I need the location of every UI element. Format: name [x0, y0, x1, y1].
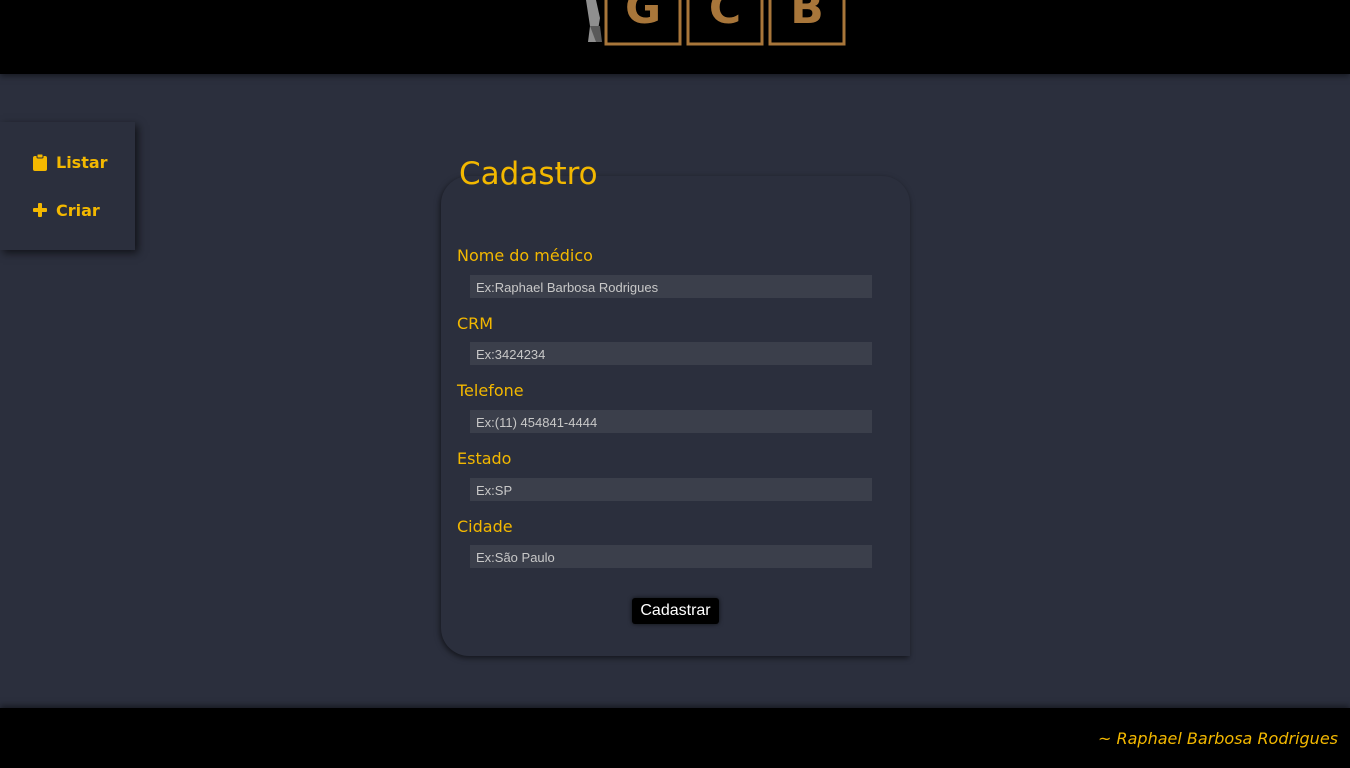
form-title: Cadastro — [459, 156, 598, 192]
logo-letter-g: G — [625, 0, 661, 34]
logo-letter-b: B — [790, 0, 824, 34]
sidebar-menu: Listar Criar — [0, 122, 135, 250]
sidebar-item-listar[interactable]: Listar — [30, 151, 108, 173]
footer-credit: ~ Raphael Barbosa Rodrigues — [1098, 729, 1338, 748]
city-label: Cidade — [457, 517, 513, 536]
clipboard-icon — [30, 152, 50, 172]
sidebar-item-label: Listar — [56, 152, 108, 172]
city-input[interactable] — [470, 545, 872, 568]
logo-letter-c: C — [709, 0, 741, 34]
gcb-logo[interactable]: G C B — [578, 0, 848, 46]
sidebar-item-criar[interactable]: Criar — [30, 199, 100, 221]
crm-label: CRM — [457, 314, 494, 333]
phone-label: Telefone — [457, 381, 524, 400]
sidebar-item-label: Criar — [56, 200, 100, 220]
top-header: G C B — [0, 0, 1350, 74]
doctor-name-label: Nome do médico — [457, 246, 593, 265]
page-footer: ~ Raphael Barbosa Rodrigues — [0, 708, 1350, 768]
submit-button[interactable]: Cadastrar — [632, 598, 719, 624]
doctor-name-input[interactable] — [470, 275, 872, 298]
state-label: Estado — [457, 449, 512, 468]
state-input[interactable] — [470, 478, 872, 501]
crm-input[interactable] — [470, 342, 872, 365]
plus-icon — [30, 200, 50, 220]
phone-input[interactable] — [470, 410, 872, 433]
